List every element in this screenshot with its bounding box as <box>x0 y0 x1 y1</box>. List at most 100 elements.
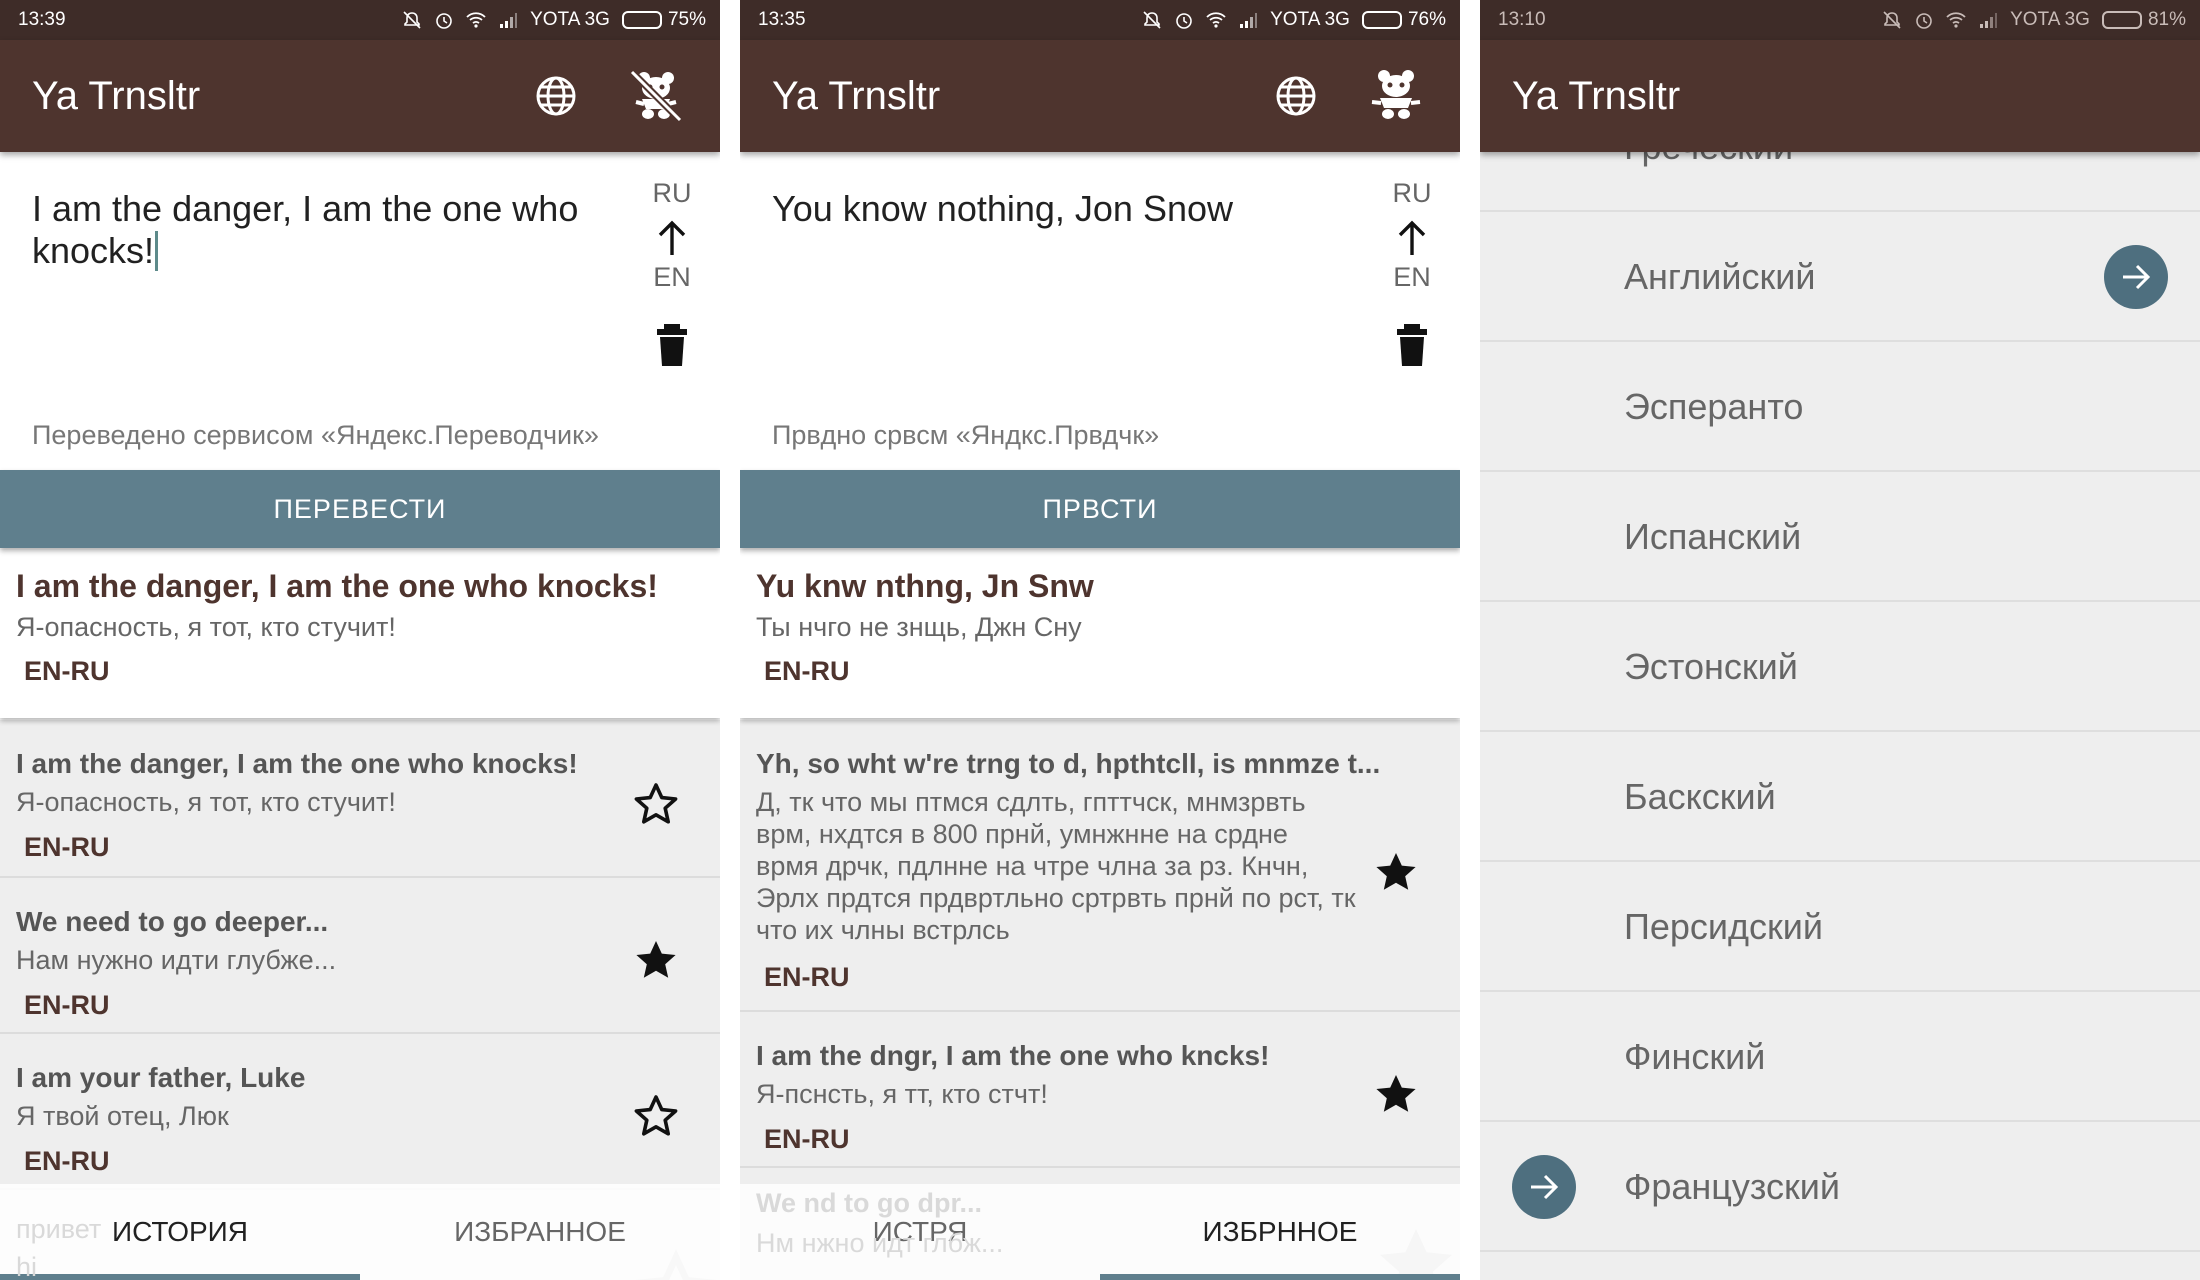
carrier-label: YOTA 3G <box>2010 9 2090 30</box>
list-item[interactable]: We need to go deeper... Нам нужно идти г… <box>0 878 720 1034</box>
input-area: I am the danger, I am the one who knocks… <box>0 152 720 468</box>
source-language-label: EN <box>653 262 691 292</box>
list-item[interactable]: I am the dngr, I am the one who kncks! Я… <box>740 1012 1460 1168</box>
language-button[interactable] <box>1264 64 1328 128</box>
alarm-icon <box>1176 13 1192 29</box>
result-lang-pair: EN-RU <box>24 656 110 686</box>
app-title: Ya Trnsltr <box>32 73 201 118</box>
mute-icon <box>1143 11 1161 29</box>
star-filled-icon[interactable] <box>1372 848 1420 896</box>
language-name: Французский <box>1624 1166 1840 1207</box>
signal-icon <box>1240 13 1258 28</box>
language-row-french[interactable]: Французский <box>1480 1122 2200 1252</box>
mute-icon <box>1883 11 1901 29</box>
language-swap-control[interactable]: RU EN <box>630 178 714 302</box>
signal-icon <box>500 13 518 28</box>
app-title: Ya Trnsltr <box>1512 73 1681 118</box>
item-lang-pair: EN-RU <box>24 990 110 1020</box>
alarm-icon <box>436 13 452 29</box>
wifi-icon <box>1946 12 1966 28</box>
language-row-finnish[interactable]: Финский <box>1480 992 2200 1122</box>
source-language-label: EN <box>1393 262 1431 292</box>
language-row-persian[interactable]: Персидский <box>1480 862 2200 992</box>
battery-percent: 75% <box>667 9 706 30</box>
wifi-icon <box>1206 12 1226 28</box>
item-source: Yh, so wht w're trng to d, hpthtcll, is … <box>756 748 1381 779</box>
language-name: Английский <box>1624 256 1816 297</box>
language-row-english[interactable]: Английский <box>1480 212 2200 342</box>
screen-history: 13:39 YOTA 3G 75% Ya Trnsltr I am the da… <box>0 0 720 1280</box>
mode-toggle-button[interactable] <box>624 64 688 128</box>
battery-icon <box>1361 11 1402 29</box>
source-text: I am the danger, I am the one who knocks… <box>32 188 579 271</box>
source-text-input[interactable]: You know nothing, Jon Snow <box>772 188 1352 230</box>
carrier-label: YOTA 3G <box>1270 9 1350 30</box>
battery-icon <box>621 11 662 29</box>
language-button[interactable] <box>524 64 588 128</box>
item-source: I am the danger, I am the one who knocks… <box>16 748 578 779</box>
bear-icon <box>1371 70 1421 119</box>
list-item[interactable]: I am the danger, I am the one who knocks… <box>0 720 720 878</box>
signal-icon <box>1980 13 1998 28</box>
screen-language-picker: 13:10 YOTA 3G 81% Ya Trnsltr Греческий А… <box>1480 0 2200 1280</box>
battery-indicator: 81% <box>2101 9 2186 31</box>
list-item[interactable]: Yh, so wht w're trng to d, hpthtcll, is … <box>740 720 1460 1012</box>
trash-icon[interactable] <box>650 322 694 368</box>
translate-button[interactable]: ПРВСТИ <box>740 470 1460 548</box>
item-source: I am your father, Luke <box>16 1062 306 1093</box>
screen-favorites: 13:35 YOTA 3G 76% Ya Trnsltr You know no… <box>740 0 1460 1280</box>
faded-item-source: привет <box>16 1214 102 1244</box>
star-outline-icon[interactable] <box>632 780 680 828</box>
language-name: Греческий <box>1624 152 1793 212</box>
faded-item-translation: hi <box>16 1252 38 1280</box>
language-name: Эстонский <box>1624 646 1798 687</box>
language-swap-control[interactable]: RU EN <box>1370 178 1454 302</box>
mode-toggle-button[interactable] <box>1364 64 1428 128</box>
star-filled-icon[interactable] <box>632 936 680 984</box>
wifi-icon <box>466 12 486 28</box>
alarm-icon <box>1916 13 1932 29</box>
text-caret <box>155 231 159 271</box>
attribution-text[interactable]: Првдно срвсм «Яндкс.Првдчк» <box>772 420 1159 451</box>
language-row-basque[interactable]: Баскский <box>1480 732 2200 862</box>
list-item[interactable]: I am your father, Luke Я твой отец, Люк … <box>0 1034 720 1190</box>
carrier-label: YOTA 3G <box>530 9 610 30</box>
item-source: I am the dngr, I am the one who kncks! <box>756 1040 1270 1071</box>
language-row-spanish[interactable]: Испанский <box>1480 472 2200 602</box>
tab-favorites[interactable]: ИЗБРАННОЕ <box>360 1184 720 1280</box>
app-bar: Ya Trnsltr <box>0 40 720 152</box>
item-translation: Я твой отец, Люк <box>16 1101 229 1131</box>
star-outline-icon[interactable] <box>632 1092 680 1140</box>
app-bar: Ya Trnsltr <box>740 40 1460 152</box>
result-translation: Ты нчго не знщь, Джн Сну <box>756 612 1082 642</box>
item-lang-pair: EN-RU <box>24 1146 110 1176</box>
status-bar: 13:10 YOTA 3G 81% <box>1480 0 2200 40</box>
result-lang-pair: EN-RU <box>764 656 850 686</box>
trash-icon[interactable] <box>1390 322 1434 368</box>
status-time: 13:10 <box>1498 9 1546 30</box>
arrow-right-icon <box>1531 1174 1559 1200</box>
item-lang-pair: EN-RU <box>764 1124 850 1154</box>
star-filled-icon[interactable] <box>1372 1070 1420 1118</box>
language-name: Баскский <box>1624 776 1776 817</box>
language-row-greek[interactable]: Греческий <box>1480 152 2200 212</box>
source-language-marker <box>1512 1155 1576 1219</box>
attribution-text[interactable]: Переведено сервисом «Яндекс.Переводчик» <box>32 420 599 451</box>
bottom-tab-bar: ИСТОРИЯ ИЗБРАННОЕ <box>0 1184 720 1280</box>
item-translation: Нам нужно идти глубже... <box>16 945 337 975</box>
language-row-esperanto[interactable]: Эсперанто <box>1480 342 2200 472</box>
screen-divider <box>720 0 740 1280</box>
bear-crossed-icon <box>629 69 683 123</box>
mute-icon <box>403 11 421 29</box>
translation-result-card: Yu knw nthng, Jn Snw Ты нчго не знщь, Дж… <box>740 550 1460 718</box>
arrow-up-icon <box>1398 220 1426 255</box>
tab-favorites[interactable]: ИЗБРННОЕ <box>1100 1184 1460 1280</box>
battery-indicator: 75% <box>621 9 706 31</box>
language-name: Испанский <box>1624 516 1802 557</box>
source-text-input[interactable]: I am the danger, I am the one who knocks… <box>32 188 612 272</box>
translate-button[interactable]: ПЕРЕВЕСТИ <box>0 470 720 548</box>
source-text: You know nothing, Jon Snow <box>772 188 1234 229</box>
faded-item-translation: Нм нжно идт глбж... <box>756 1228 1004 1258</box>
item-lang-pair: EN-RU <box>24 832 110 862</box>
language-row-estonian[interactable]: Эстонский <box>1480 602 2200 732</box>
